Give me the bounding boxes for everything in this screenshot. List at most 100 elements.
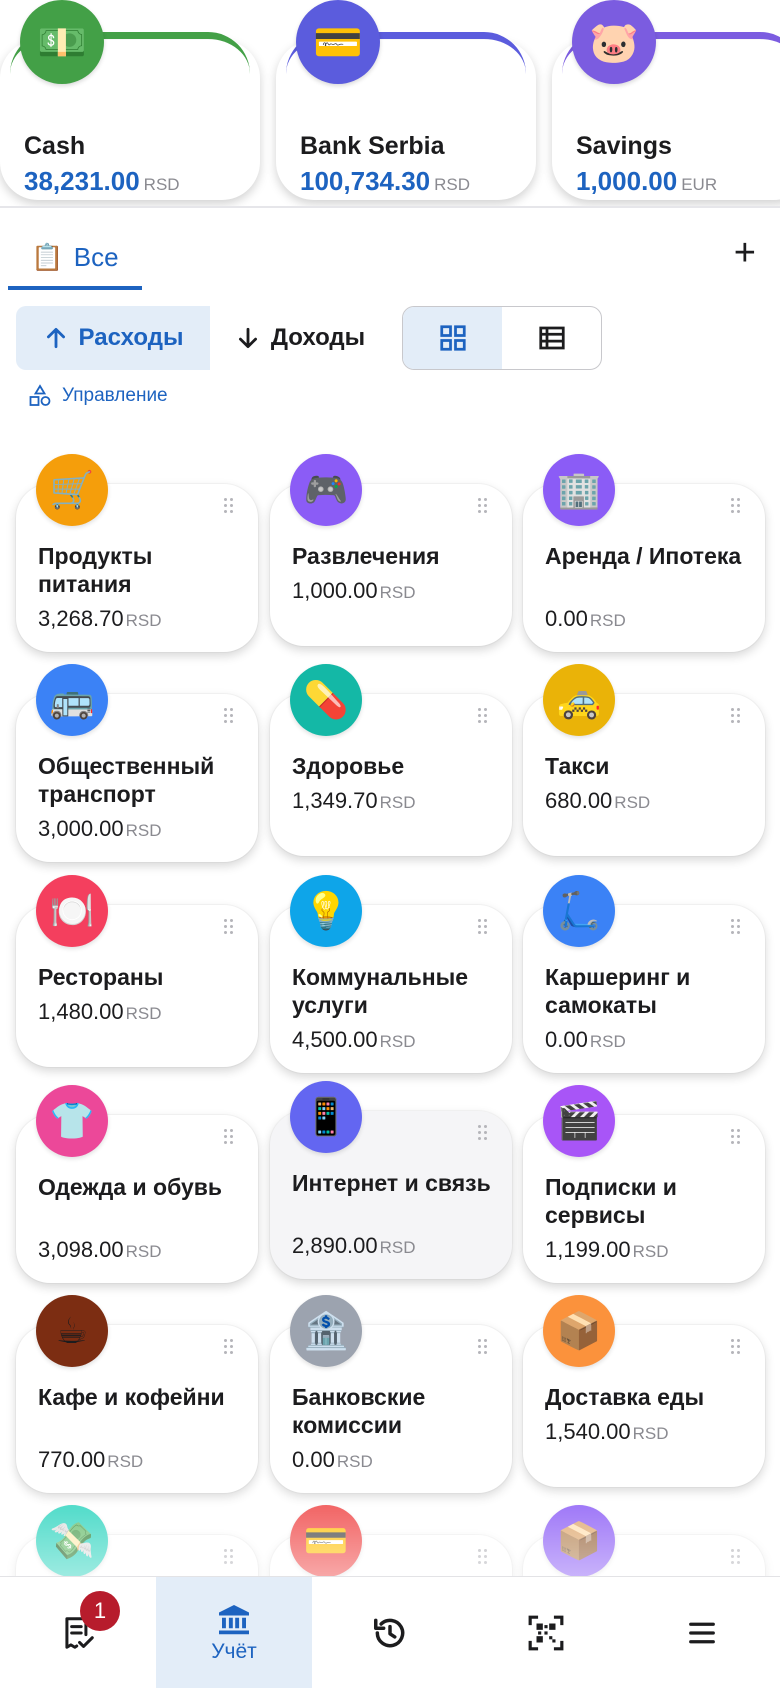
coffee-icon: ☕: [36, 1295, 108, 1367]
category-amount: 3,268.70 RSD: [38, 606, 162, 631]
taxi-icon: 🚕: [543, 664, 615, 736]
category-amount: 1,349.70 RSD: [292, 788, 416, 813]
manage-label: Управление: [62, 385, 168, 406]
drag-handle-icon[interactable]: [224, 498, 238, 518]
category-amount: 0.00 RSD: [545, 606, 626, 631]
bank-icon: 🏦: [290, 1295, 362, 1367]
account-name: Bank Serbia: [300, 132, 445, 160]
category-amount: 770.00 RSD: [38, 1447, 144, 1472]
drag-handle-icon[interactable]: [478, 708, 492, 728]
category-amount: 2,890.00 RSD: [292, 1233, 416, 1258]
bus-icon: 🚌: [36, 664, 108, 736]
plate-icon: 🍽️: [36, 875, 108, 947]
bank-icon: [219, 1605, 249, 1635]
category-amount: 0.00 RSD: [292, 1447, 373, 1472]
nav-transactions[interactable]: 1: [0, 1577, 156, 1688]
drag-handle-icon[interactable]: [731, 498, 745, 518]
drag-handle-icon[interactable]: [478, 1549, 492, 1569]
category-name: Коммунальные услуги: [292, 964, 469, 1018]
category-name: Продукты питания: [38, 543, 153, 597]
nav-history[interactable]: [312, 1577, 468, 1688]
cart-icon: 🛒: [36, 454, 108, 526]
add-tab-button[interactable]: +: [734, 234, 756, 272]
credit-card-icon: 💳: [290, 1505, 362, 1577]
drag-handle-icon[interactable]: [224, 1549, 238, 1569]
account-balance: 38,231.00 RSD: [24, 166, 180, 196]
category-amount: 1,480.00 RSD: [38, 999, 162, 1024]
history-icon: [374, 1618, 405, 1648]
account-name: Savings: [576, 132, 672, 160]
category-name: Банковские комиссии: [292, 1384, 426, 1438]
tab-all[interactable]: 📋 Все: [8, 228, 142, 290]
category-name: Рестораны: [38, 964, 164, 990]
arrow-down-icon: [238, 327, 257, 349]
building-icon: 🏢: [543, 454, 615, 526]
credit-card-icon: 💳: [296, 0, 380, 84]
piggy-bank-icon: 🐷: [572, 0, 656, 84]
phone-icon: 📱: [290, 1081, 362, 1153]
list-icon: [538, 326, 565, 350]
banknote-icon: 💵: [20, 0, 104, 84]
income-filter-button[interactable]: Доходы: [210, 306, 390, 370]
category-name: Каршеринг и самокаты: [545, 964, 691, 1018]
category-name: Здоровье: [292, 753, 405, 779]
category-name: Общественный транспорт: [38, 753, 215, 807]
drag-handle-icon[interactable]: [731, 1549, 745, 1569]
category-name: Интернет и связь: [292, 1170, 491, 1196]
category-name: Развлечения: [292, 543, 440, 569]
category-name: Такси: [545, 753, 610, 779]
drag-handle-icon[interactable]: [478, 498, 492, 518]
manage-categories-link[interactable]: Управление: [28, 384, 168, 408]
category-amount: 3,000.00 RSD: [38, 816, 162, 841]
package-icon: 📦: [543, 1505, 615, 1577]
drag-handle-icon[interactable]: [731, 1129, 745, 1149]
drag-handle-icon[interactable]: [224, 919, 238, 939]
clapperboard-icon: 🎬: [543, 1085, 615, 1157]
tab-all-label: Все: [73, 241, 119, 272]
category-amount: 1,199.00 RSD: [545, 1237, 669, 1262]
category-name: Доставка еды: [545, 1384, 705, 1410]
category-name: Одежда и обувь: [38, 1174, 223, 1200]
drag-handle-icon[interactable]: [224, 1129, 238, 1149]
category-amount: 680.00 RSD: [545, 788, 651, 813]
drag-handle-icon[interactable]: [224, 708, 238, 728]
pill-icon: 💊: [290, 664, 362, 736]
income-label: Доходы: [270, 324, 366, 351]
drag-handle-icon[interactable]: [224, 1339, 238, 1359]
drag-handle-icon[interactable]: [478, 1125, 492, 1145]
lightbulb-icon: 💡: [290, 875, 362, 947]
category-amount: 3,098.00 RSD: [38, 1237, 162, 1262]
account-balance: 1,000.00 EUR: [576, 166, 718, 196]
shapes-icon: [29, 384, 51, 406]
gamepad-icon: 🎮: [290, 454, 362, 526]
drag-handle-icon[interactable]: [478, 919, 492, 939]
category-name: Подписки и сервисы: [545, 1174, 677, 1228]
nav-accounting[interactable]: Учёт: [156, 1577, 312, 1688]
money-wings-icon: 💸: [36, 1505, 108, 1577]
drag-handle-icon[interactable]: [731, 1339, 745, 1359]
list-view-button[interactable]: [502, 307, 601, 369]
category-name: Аренда / Ипотека: [545, 543, 742, 569]
arrow-up-icon: [46, 327, 65, 349]
clipboard-icon: 📋: [31, 241, 64, 272]
tshirt-icon: 👕: [36, 1085, 108, 1157]
nav-accounting-label: Учёт: [211, 1640, 257, 1663]
package-icon: 📦: [543, 1295, 615, 1367]
qr-scan-icon: [528, 1615, 564, 1651]
category-amount: 1,000.00 RSD: [292, 578, 416, 603]
expenses-filter-button[interactable]: Расходы: [16, 306, 210, 370]
category-name: Кафе и кофейни: [38, 1384, 225, 1410]
nav-qr-scanner[interactable]: [468, 1577, 624, 1688]
nav-menu[interactable]: [624, 1577, 780, 1688]
expenses-label: Расходы: [78, 324, 184, 351]
drag-handle-icon[interactable]: [731, 919, 745, 939]
category-tabs: 📋 Все +: [0, 228, 780, 292]
drag-handle-icon[interactable]: [478, 1339, 492, 1359]
account-name: Cash: [24, 132, 86, 160]
accounts-carousel[interactable]: Cash 38,231.00 RSD 💵 Bank Serbia 100,734.…: [0, 0, 780, 208]
hamburger-menu-icon: [689, 1622, 715, 1644]
grid-view-button[interactable]: [403, 307, 502, 369]
view-mode-toggle: [402, 306, 602, 370]
drag-handle-icon[interactable]: [731, 708, 745, 728]
category-amount: 0.00 RSD: [545, 1027, 626, 1052]
